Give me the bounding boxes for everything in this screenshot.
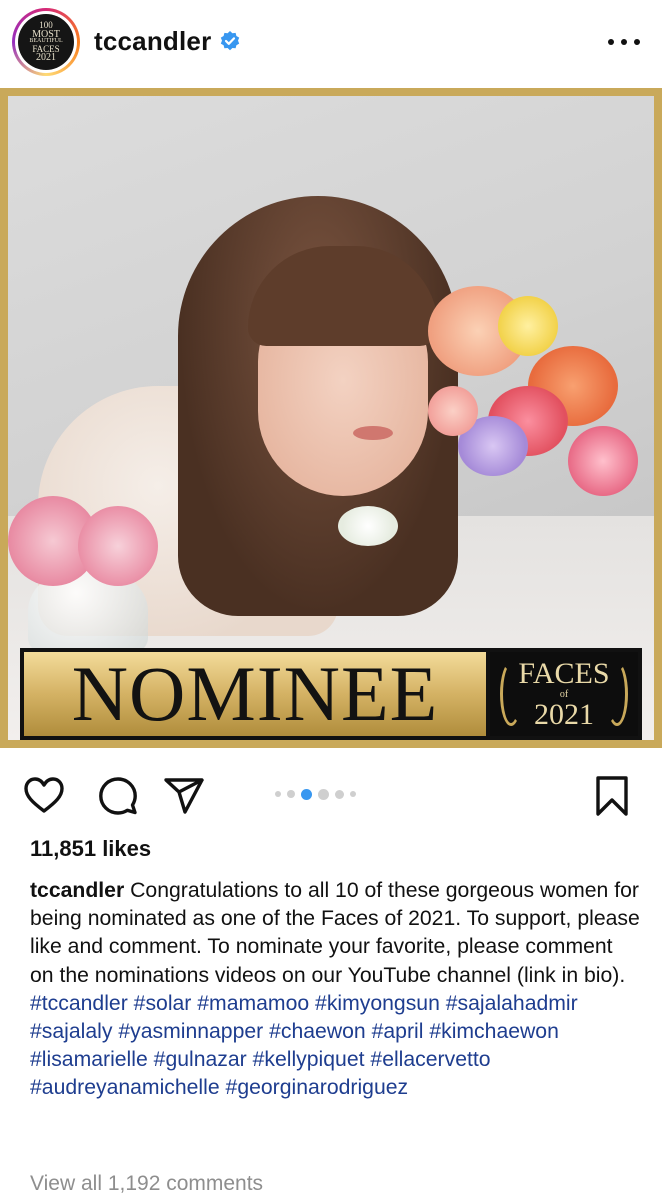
hashtag[interactable]: #kellypiquet	[253, 1048, 365, 1071]
comment-icon[interactable]	[96, 774, 140, 818]
heart-icon[interactable]	[22, 774, 66, 818]
flower-decoration	[338, 506, 398, 546]
post-photo: NOMINEE FACES of 2021	[8, 96, 654, 740]
verified-badge-icon	[220, 31, 240, 51]
hashtag[interactable]: #audreyanamichelle	[30, 1076, 220, 1099]
hashtag[interactable]: #solar	[134, 992, 192, 1015]
carousel-dot	[287, 790, 295, 798]
avatar-logo: 100 MOST BEAUTIFUL FACES 2021	[18, 14, 74, 70]
carousel-dot	[275, 791, 281, 797]
hashtag[interactable]: #sajalahadmir	[446, 992, 578, 1015]
hashtag[interactable]: #georginarodriguez	[226, 1076, 409, 1099]
faces-2021-badge: FACES of 2021	[490, 652, 638, 736]
post-caption: tccandler Congratulations to all 10 of t…	[30, 877, 640, 1103]
likes-count[interactable]: 11,851 likes	[30, 836, 151, 862]
flower-decoration	[498, 296, 558, 356]
bookmark-icon[interactable]	[590, 774, 634, 818]
laurel-left-icon	[500, 662, 522, 726]
hashtag[interactable]: #kimchaewon	[429, 1020, 559, 1043]
share-icon[interactable]	[162, 774, 206, 818]
post-image[interactable]: NOMINEE FACES of 2021	[0, 88, 662, 748]
carousel-indicator	[275, 788, 385, 800]
hashtag[interactable]: #mamamoo	[197, 992, 309, 1015]
post-header: 100 MOST BEAUTIFUL FACES 2021 tccandler	[0, 0, 662, 88]
flower-decoration	[78, 506, 158, 586]
more-options-icon[interactable]	[608, 34, 640, 50]
nominee-label: NOMINEE	[71, 650, 439, 737]
view-all-comments-link[interactable]: View all 1,192 comments	[30, 1172, 263, 1196]
carousel-dot-active	[301, 788, 312, 800]
carousel-dot	[335, 789, 344, 799]
hashtag[interactable]: #tccandler	[30, 992, 128, 1015]
profile-avatar[interactable]: 100 MOST BEAUTIFUL FACES 2021	[12, 8, 80, 76]
flower-decoration	[428, 386, 478, 436]
hashtag[interactable]: #chaewon	[269, 1020, 366, 1043]
hashtag[interactable]: #lisamarielle	[30, 1048, 148, 1071]
flower-decoration	[568, 426, 638, 496]
hashtag[interactable]: #kimyongsun	[315, 992, 440, 1015]
hashtag[interactable]: #sajalaly	[30, 1020, 112, 1043]
carousel-dot	[318, 788, 329, 800]
hashtag[interactable]: #ellacervetto	[370, 1048, 490, 1071]
caption-username[interactable]: tccandler	[30, 879, 124, 902]
hashtag[interactable]: #yasminnapper	[118, 1020, 263, 1043]
post-username[interactable]: tccandler	[94, 26, 211, 57]
laurel-right-icon	[606, 662, 628, 726]
nominee-banner: NOMINEE FACES of 2021	[20, 648, 642, 740]
hashtag[interactable]: #gulnazar	[154, 1048, 247, 1071]
carousel-dot	[350, 791, 356, 797]
hashtag[interactable]: #april	[372, 1020, 424, 1043]
